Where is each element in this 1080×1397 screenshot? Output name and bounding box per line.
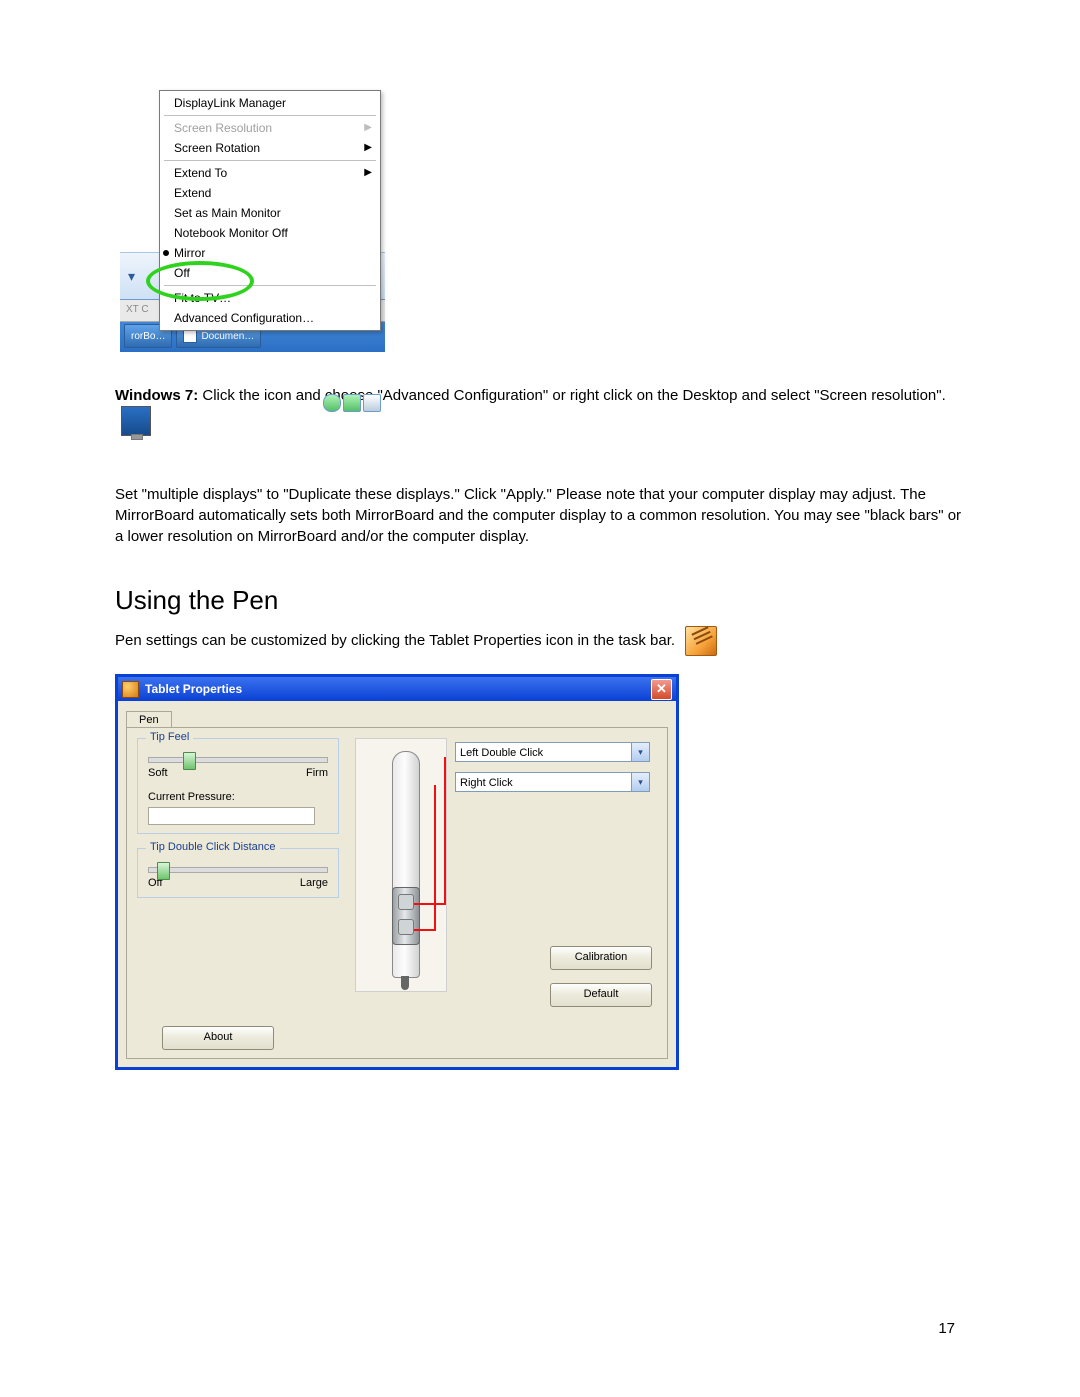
menu-divider — [164, 285, 376, 286]
menu-item-screen-rotation[interactable]: Screen Rotation ▶ — [160, 138, 380, 158]
tray-icon[interactable] — [363, 394, 381, 412]
default-button[interactable]: Default — [550, 983, 652, 1007]
toolbar-fragment: ▾ — [124, 266, 139, 287]
current-pressure-bar — [148, 807, 315, 825]
tip-feel-soft-label: Soft — [148, 767, 168, 779]
menu-item-extend-to[interactable]: Extend To ▶ — [160, 163, 380, 183]
menu-item-mirror[interactable]: Mirror — [160, 243, 380, 263]
menu-item-label: Advanced Configuration… — [174, 311, 314, 325]
tray-icon[interactable] — [323, 394, 341, 412]
current-pressure-label: Current Pressure: — [148, 791, 328, 803]
dialog-titlebar[interactable]: Tablet Properties ✕ — [118, 677, 676, 701]
pen-button-top — [398, 894, 414, 910]
displaylink-context-menu[interactable]: DisplayLink ManagerScreen Resolution▶Scr… — [159, 90, 381, 331]
menu-item-label: Fit to TV… — [174, 291, 231, 305]
displaylink-figure: ▾ XT C rorBo… Documen… DisplayLink Manag… — [120, 90, 385, 365]
tip-dbl-large-label: Large — [300, 877, 328, 889]
menu-item-notebook-monitor-off[interactable]: Notebook Monitor Off — [160, 223, 380, 243]
tip-double-click-legend: Tip Double Click Distance — [146, 841, 280, 853]
pen-button-bottom-dropdown[interactable]: Right Click ▾ — [455, 772, 650, 792]
menu-item-label: Extend To — [174, 166, 227, 180]
menu-item-fit-to-tv[interactable]: Fit to TV… — [160, 288, 380, 308]
dropdown-top-value: Left Double Click — [460, 747, 543, 759]
pen-diagram — [355, 738, 447, 992]
windows7-paragraph: Windows 7: Click the icon and choose "Ad… — [115, 385, 965, 436]
tablet-properties-dialog: Tablet Properties ✕ Pen Tip Feel Soft Fi… — [115, 674, 679, 1070]
submenu-arrow-icon: ▶ — [364, 142, 372, 153]
menu-item-label: Set as Main Monitor — [174, 206, 281, 220]
dropdown-bottom-value: Right Click — [460, 777, 513, 789]
menu-item-label: Screen Resolution — [174, 121, 272, 135]
pen-tip — [401, 976, 409, 990]
menu-item-label: Notebook Monitor Off — [174, 226, 288, 240]
tip-feel-slider[interactable] — [148, 757, 328, 763]
monitor-icon — [121, 406, 151, 436]
menu-item-off[interactable]: Off — [160, 263, 380, 283]
pen-button-top-dropdown[interactable]: Left Double Click ▾ — [455, 742, 650, 762]
tip-feel-legend: Tip Feel — [146, 731, 193, 743]
menu-item-set-as-main-monitor[interactable]: Set as Main Monitor — [160, 203, 380, 223]
close-button[interactable]: ✕ — [651, 679, 672, 700]
menu-item-label: Mirror — [174, 246, 205, 260]
about-button[interactable]: About — [162, 1026, 274, 1050]
menu-divider — [164, 160, 376, 161]
tab-pen[interactable]: Pen — [126, 711, 172, 728]
calibration-button[interactable]: Calibration — [550, 946, 652, 970]
tray-icon[interactable] — [343, 394, 361, 412]
dialog-title: Tablet Properties — [145, 682, 242, 696]
menu-divider — [164, 115, 376, 116]
page-number: 17 — [938, 1320, 955, 1337]
pen-paragraph-text: Pen settings can be customized by clicki… — [115, 632, 675, 649]
menu-item-advanced-configuration[interactable]: Advanced Configuration… — [160, 308, 380, 328]
windows7-bold: Windows 7: — [115, 387, 198, 404]
menu-item-label: Screen Rotation — [174, 141, 260, 155]
menu-item-label: DisplayLink Manager — [174, 96, 286, 110]
tip-dbl-slider-thumb[interactable] — [157, 862, 170, 880]
tip-feel-fieldset: Tip Feel Soft Firm Current Pressure: — [137, 738, 339, 834]
menu-item-label: Extend — [174, 186, 211, 200]
chevron-down-icon[interactable]: ▾ — [631, 743, 649, 761]
submenu-arrow-icon: ▶ — [364, 122, 372, 133]
tablet-properties-icon — [685, 626, 717, 656]
connector-line-bottom — [414, 785, 436, 931]
pen-tab-panel: Tip Feel Soft Firm Current Pressure: Tip… — [126, 727, 668, 1059]
chevron-down-icon[interactable]: ▾ — [631, 773, 649, 791]
duplicate-displays-paragraph: Set "multiple displays" to "Duplicate th… — [115, 484, 965, 547]
menu-item-extend[interactable]: Extend — [160, 183, 380, 203]
tip-dbl-slider[interactable] — [148, 867, 328, 873]
bullet-icon — [163, 250, 169, 256]
tip-double-click-fieldset: Tip Double Click Distance Off Large — [137, 848, 339, 898]
pen-paragraph: Pen settings can be customized by clicki… — [115, 626, 965, 656]
pen-button-bottom — [398, 919, 414, 935]
tip-feel-slider-thumb[interactable] — [183, 752, 196, 770]
menu-item-screen-resolution: Screen Resolution ▶ — [160, 118, 380, 138]
dialog-title-icon — [122, 681, 139, 698]
submenu-arrow-icon: ▶ — [364, 167, 372, 178]
using-the-pen-heading: Using the Pen — [115, 585, 965, 616]
menu-item-displaylink-manager[interactable]: DisplayLink Manager — [160, 93, 380, 113]
menu-item-label: Off — [174, 266, 190, 280]
windows7-text: Click the icon and choose "Advanced Conf… — [198, 387, 946, 404]
system-tray — [323, 394, 381, 412]
tip-feel-firm-label: Firm — [306, 767, 328, 779]
